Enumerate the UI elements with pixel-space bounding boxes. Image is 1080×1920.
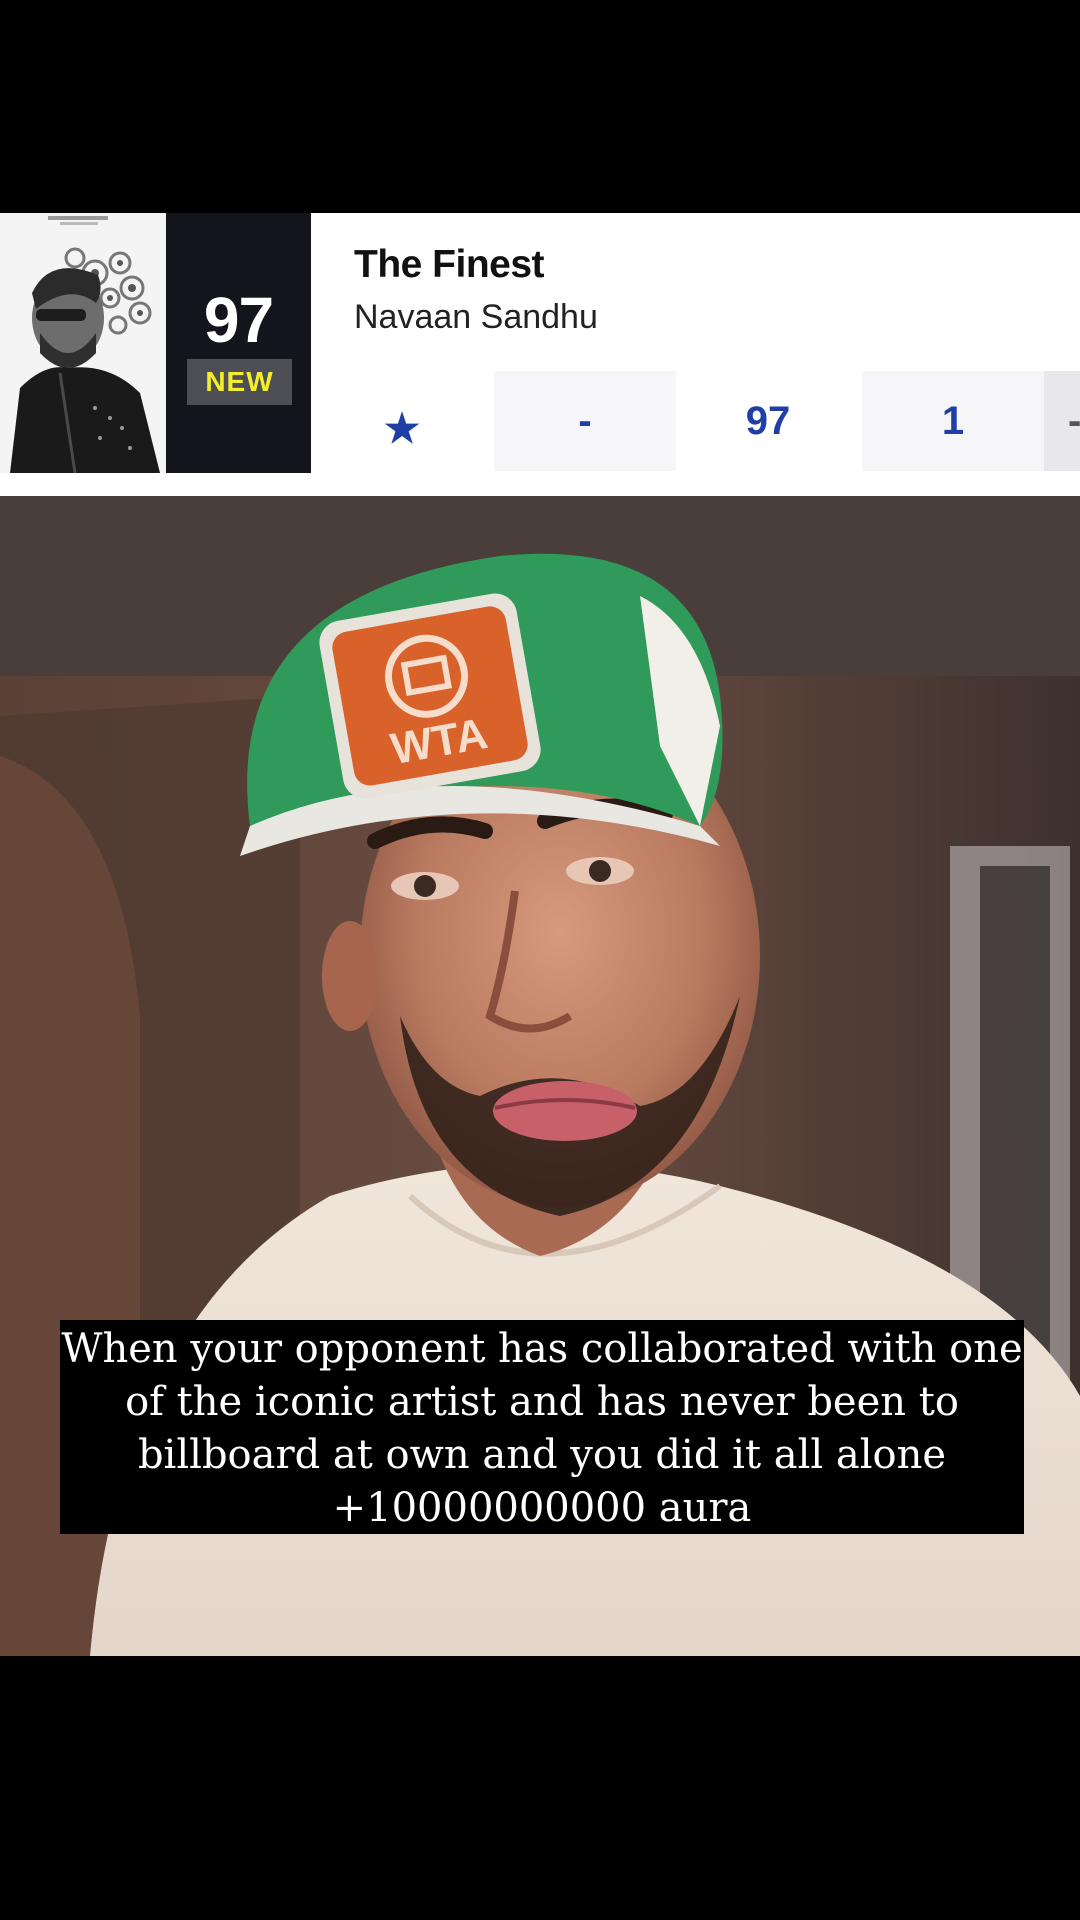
star-icon: ★ [384, 407, 420, 451]
caption-line-4: +10000000000 aura [332, 1485, 752, 1531]
weeks-on-chart-value: 1 [862, 371, 1044, 471]
overflow-stat-value: - [1044, 371, 1080, 471]
rank-box: 97 NEW [166, 213, 311, 473]
caption-overlay: When your opponent has collaborated with… [60, 1320, 1024, 1534]
post-frame: 97 NEW The Finest Navaan Sandhu ★ - 97 1… [0, 0, 1080, 1920]
peak-position-value: 97 [745, 399, 791, 443]
caption-line-3: billboard at own and you did it all alon… [137, 1432, 947, 1478]
album-art-subcaption [60, 222, 98, 225]
album-art-caption [48, 216, 108, 220]
chart-rank: 97 [203, 284, 274, 356]
last-week-value: - [494, 371, 676, 471]
song-title[interactable]: The Finest [354, 243, 545, 287]
album-art [0, 213, 166, 473]
new-entry-badge: NEW [187, 359, 292, 405]
chart-entry-row: 97 NEW The Finest Navaan Sandhu ★ - 97 1… [0, 213, 1080, 496]
artist-name[interactable]: Navaan Sandhu [354, 298, 598, 337]
artist-portrait-image [10, 247, 160, 473]
caption-line-1: When your opponent has collaborated with… [61, 1326, 1023, 1372]
caption-line-2: of the iconic artist and has never been … [125, 1379, 959, 1425]
